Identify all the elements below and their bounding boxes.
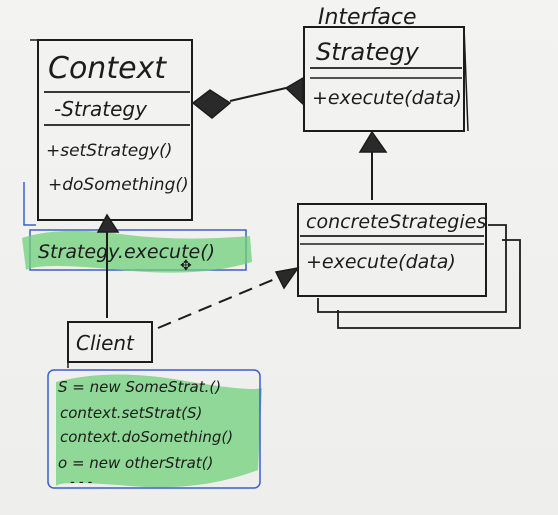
client-note-line-3: context.doSomething() [60,428,233,446]
realization-arrow [358,130,388,200]
client-dependency [157,266,300,329]
concrete-title: concreteStrategies [306,211,486,233]
client-title: Client [76,331,135,355]
strategy-title: Strategy [316,38,420,66]
client-note-line-5: - - - [70,475,93,490]
client-note: S = new SomeStrat.() context.setStrat(S)… [47,369,262,490]
client-note-line-2: context.setStrat(S) [60,404,202,422]
context-box: Context -Strategy +setStrategy() +doSome… [30,39,193,221]
cursor-move-icon: ✥ [180,258,192,274]
context-method-do: +doSomething() [48,175,189,195]
strategy-pattern-diagram: Interface Strategy +execute(data) Contex… [22,5,521,490]
context-note: Strategy.execute() ✥ [22,182,252,274]
context-method-set: +setStrategy() [46,141,172,161]
concrete-method: +execute(data) [306,251,456,273]
client-note-line-4: o = new otherStrat() [58,454,213,472]
client-note-line-1: S = new SomeStrat.() [58,378,221,396]
client-box: Client [67,321,153,368]
context-field: -Strategy [54,97,148,121]
context-title: Context [48,51,167,86]
strategy-method: +execute(data) [312,87,462,109]
aggregation-association [191,76,304,119]
concrete-strategies-box: concreteStrategies +execute(data) [297,203,521,329]
strategy-interface-box: Strategy +execute(data) [303,26,469,132]
